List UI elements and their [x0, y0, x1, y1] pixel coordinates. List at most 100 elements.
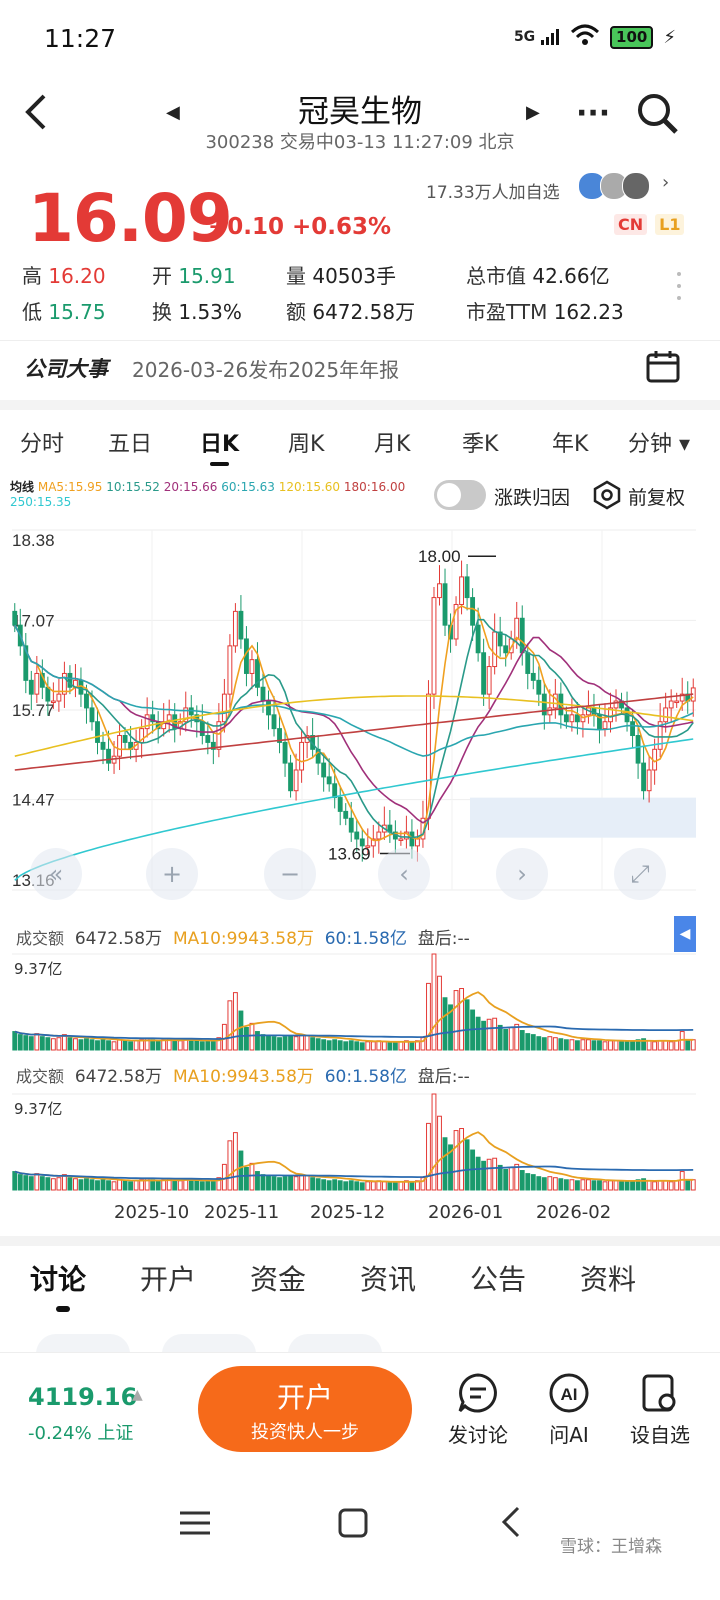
ma60-line: [14, 624, 694, 757]
add-watchlist-button[interactable]: 设自选: [624, 1372, 696, 1448]
adjust-settings-icon[interactable]: [592, 480, 622, 514]
volume-bar: [365, 1041, 371, 1051]
volume-bar: [277, 1177, 282, 1191]
info-tab-1[interactable]: 讨论: [30, 1258, 86, 1298]
post-discussion-button[interactable]: 发讨论: [440, 1372, 516, 1448]
volume-bar: [354, 1181, 360, 1191]
open-account-button[interactable]: 开户 投资快人一步: [198, 1366, 412, 1452]
tab-1[interactable]: 分时: [20, 426, 64, 458]
volume-bar: [541, 1037, 547, 1051]
tab-4[interactable]: 周K: [288, 426, 324, 458]
volume-legend-value: 6472.58万: [74, 929, 163, 949]
more-icon[interactable]: ···: [576, 96, 610, 131]
volume-bar: [525, 1033, 531, 1051]
ma120-label: 120:15.60: [278, 480, 341, 494]
candle: [348, 817, 354, 833]
volume-bar: [426, 982, 431, 1051]
mcap-value: 42.66亿: [532, 263, 610, 288]
search-icon[interactable]: [636, 92, 680, 140]
menu-icon[interactable]: [180, 1510, 210, 1540]
volume-bar: [552, 1037, 558, 1051]
zoom-out-icon[interactable]: −: [264, 848, 316, 900]
discussion-icon: [458, 1373, 497, 1413]
chip[interactable]: [288, 1334, 382, 1352]
scroll-left-icon[interactable]: «: [30, 848, 82, 900]
fullscreen-icon[interactable]: ⤢: [614, 848, 666, 900]
volume-bar: [244, 1166, 249, 1191]
candle: [376, 831, 382, 840]
volume-bar: [61, 1034, 67, 1051]
info-tab-5[interactable]: 公告: [470, 1258, 526, 1298]
calendar-icon[interactable]: [646, 349, 680, 387]
fuquan-label[interactable]: 前复权: [628, 483, 685, 510]
volume-bar: [580, 1039, 586, 1051]
volume-bar: [50, 1038, 56, 1051]
volume-bar: [332, 1039, 338, 1051]
volume-bar: [685, 1040, 691, 1051]
ask-ai-label: 问AI: [549, 1423, 589, 1447]
volume-bar: [78, 1039, 84, 1051]
volume-bar: [326, 1180, 332, 1191]
followers-count[interactable]: 17.33万人加自选: [426, 178, 560, 203]
ma180-label: 180:16.00: [343, 480, 406, 494]
volume-bar: [536, 1176, 542, 1191]
tab-5[interactable]: 月K: [374, 426, 410, 458]
attribution-toggle[interactable]: [434, 480, 486, 510]
volume-bar: [574, 1180, 580, 1191]
follower-avatars[interactable]: ›: [578, 172, 669, 200]
next-icon[interactable]: ›: [496, 848, 548, 900]
volume-bar: [475, 1016, 481, 1051]
volume-bar: [497, 1164, 503, 1191]
candle: [525, 652, 531, 674]
next-stock-icon[interactable]: ▶: [526, 102, 540, 123]
volume-bar: [249, 1022, 255, 1051]
info-tab-2[interactable]: 开户: [140, 1258, 196, 1298]
home-icon[interactable]: [338, 1508, 368, 1542]
tab-7[interactable]: 年K: [552, 426, 588, 458]
prev-icon[interactable]: ‹: [378, 848, 430, 900]
zoom-in-icon[interactable]: +: [146, 848, 198, 900]
turnover-label: 换: [152, 299, 172, 324]
kline-chart[interactable]: 18.3817.0715.7714.4713.1618.0013.69«+−‹›…: [0, 516, 720, 916]
volume-bar: [249, 1162, 255, 1191]
nav-back-icon[interactable]: [500, 1506, 522, 1542]
chip[interactable]: [162, 1334, 256, 1352]
company-event[interactable]: 公司大事 2026-03-26发布2025年年报: [0, 340, 720, 397]
volume-bar: [12, 1171, 18, 1191]
volume-bar: [453, 990, 459, 1051]
tab-3[interactable]: 日K: [200, 426, 239, 466]
volume-bar: [398, 1181, 404, 1191]
network-icon: 5G: [514, 28, 560, 46]
volume-bar: [619, 1041, 624, 1051]
candle: [674, 700, 680, 704]
candle: [630, 721, 635, 737]
collapse-panel-icon[interactable]: ◀: [674, 916, 696, 952]
volume-bar: [282, 1176, 288, 1191]
volume-bar: [619, 1181, 624, 1191]
candle: [117, 735, 122, 757]
stats-more-icon[interactable]: [676, 270, 682, 308]
l1-badge: L1: [655, 214, 685, 235]
info-tab-3[interactable]: 资金: [250, 1258, 306, 1298]
volume-bar: [508, 1026, 514, 1051]
volume-bar: [188, 1040, 194, 1051]
chip[interactable]: [36, 1334, 130, 1352]
current-price: 16.09: [28, 180, 233, 257]
ask-ai-button[interactable]: AI 问AI: [534, 1372, 604, 1448]
volume-bar: [155, 1180, 161, 1191]
volume-bar: [199, 1041, 205, 1051]
tab-2[interactable]: 五日: [108, 426, 152, 458]
tab-6[interactable]: 季K: [462, 426, 498, 458]
volume-bar: [663, 1040, 669, 1051]
candle: [470, 597, 476, 626]
candle: [299, 741, 305, 771]
candle: [89, 707, 95, 723]
volume-bar: [260, 1034, 266, 1051]
tab-8[interactable]: 分钟 ▾: [628, 426, 690, 458]
index-value[interactable]: 4119.16: [28, 1383, 137, 1411]
volume-bar: [23, 1175, 29, 1191]
info-tab-6[interactable]: 资料: [580, 1258, 636, 1298]
info-tab-4[interactable]: 资讯: [360, 1258, 416, 1298]
volume-bar: [497, 1024, 503, 1051]
volume-bar: [337, 1180, 343, 1191]
